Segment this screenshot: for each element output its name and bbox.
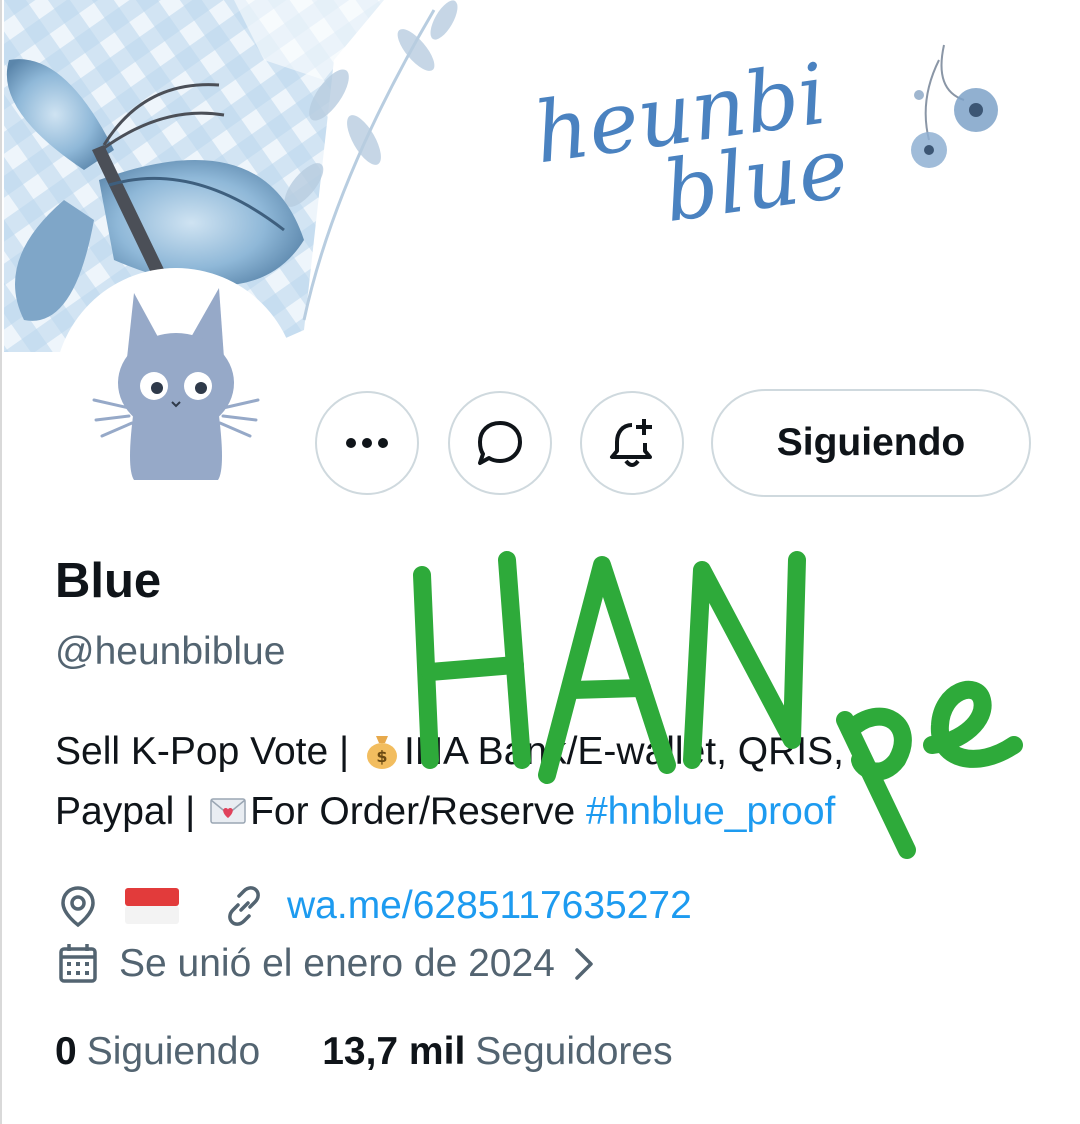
followers-label: Seguidores — [475, 1030, 673, 1073]
following-stat[interactable]: 0 Siguiendo — [55, 1030, 260, 1074]
followers-stat[interactable]: 13,7 mil Seguidores — [322, 1030, 672, 1074]
notifications-button[interactable] — [580, 391, 684, 495]
user-handle: @heunbiblue — [55, 630, 286, 673]
profile-meta-row: wa.me/6285117635272 — [55, 876, 692, 936]
bio-text: For Order/Reserve — [250, 790, 586, 833]
link-icon — [228, 886, 260, 926]
website-link[interactable]: wa.me/6285117635272 — [287, 884, 692, 928]
profile-bio: Sell K-Pop Vote | $ INA Bank/E-wallet, Q… — [55, 722, 1035, 842]
svg-text:$: $ — [376, 747, 387, 766]
notification-bell-icon — [610, 419, 652, 467]
profile-avatar[interactable] — [54, 268, 298, 512]
hashtag-link[interactable]: #hnblue_proof — [586, 790, 835, 833]
more-button[interactable] — [315, 391, 419, 495]
followers-count: 13,7 mil — [322, 1030, 466, 1073]
follow-stats: 0 Siguiendo 13,7 mil Seguidores — [55, 1030, 673, 1074]
bio-text: Paypal | — [55, 790, 207, 833]
message-icon — [478, 421, 522, 465]
love-letter-emoji — [210, 798, 246, 824]
display-name: Blue — [55, 554, 162, 608]
following-button[interactable]: Siguiendo — [711, 389, 1031, 497]
bio-text: Sell K-Pop Vote | — [55, 730, 360, 773]
money-bag-emoji: $ — [366, 736, 397, 769]
joined-date: Se unió el enero de 2024 — [119, 942, 555, 985]
banner-logo-line2: blue — [657, 118, 855, 242]
banner-logo: heunbi blue — [528, 45, 858, 251]
chevron-right-icon — [575, 948, 593, 980]
joined-date-row[interactable]: Se unió el enero de 2024 — [55, 934, 599, 994]
profile-page: heunbi blue Siguiendo Blue @heunbiblue S… — [0, 0, 1080, 1124]
following-count: 0 — [55, 1030, 77, 1073]
bio-text: INA Bank/E-wallet, QRIS, — [403, 730, 844, 773]
cat-avatar-image — [92, 288, 260, 480]
message-button[interactable] — [448, 391, 552, 495]
more-icon — [346, 438, 388, 448]
location-icon — [61, 886, 95, 928]
flag-icon — [125, 888, 179, 924]
calendar-icon — [59, 944, 97, 983]
following-label: Siguiendo — [86, 1030, 261, 1073]
